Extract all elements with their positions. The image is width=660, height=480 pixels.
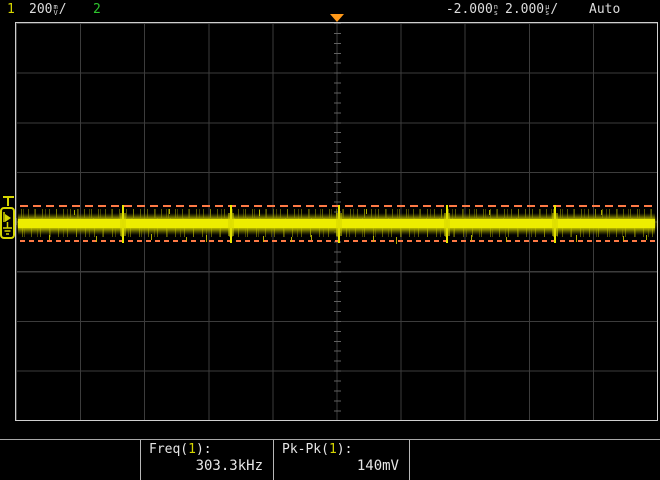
channel1-number: 1: [7, 2, 15, 18]
waveform-noise-hair: [96, 236, 97, 242]
waveform-noise-hair: [151, 234, 152, 240]
waveform-noise-hair: [489, 210, 490, 215]
waveform-noise-hair: [366, 209, 367, 214]
waveform-noise-hair: [396, 237, 397, 244]
waveform-noise-hair: [291, 237, 292, 242]
trigger-position-marker-icon: [330, 14, 344, 22]
waveform-noise-hair: [623, 236, 624, 241]
measurement-freq-label: Freq(1):: [149, 442, 212, 457]
oscilloscope-screen: 1 200mV/ 2 -2.000ns 2.000µs/ Auto: [0, 0, 660, 480]
measurement-pkpk: Pk-Pk(1): 140mV: [274, 440, 409, 480]
waveform-noise-hair: [576, 235, 577, 242]
waveform-noise-hair: [601, 210, 602, 215]
waveform-noise-hair: [186, 237, 187, 241]
waveform-noise-hair: [311, 235, 312, 240]
waveform-spike: [122, 205, 124, 243]
waveform-noise-hair: [259, 210, 260, 216]
channel1-trace: [16, 23, 657, 420]
measurement-freq: Freq(1): 303.3kHz: [141, 440, 273, 480]
waveform-noise-hair: [74, 210, 75, 215]
measurement-pkpk-value: 140mV: [357, 458, 399, 474]
measurement-freq-value: 303.3kHz: [196, 458, 263, 474]
waveform-noise-hair: [49, 235, 50, 240]
waveform-noise-hair: [471, 235, 472, 241]
waveform-noise-hair: [646, 235, 647, 240]
waveform-noise-hair: [169, 209, 170, 214]
trigger-mode-label: Auto: [589, 2, 620, 18]
trigger-level-marker-icon: [3, 196, 14, 206]
trigger-delay-readout: -2.000ns: [417, 2, 499, 18]
waveform-spike: [230, 205, 232, 243]
waveform-noise-hair: [263, 236, 264, 242]
measurement-separator: [409, 440, 410, 480]
waveform-spike: [554, 205, 556, 243]
waveform-spike: [446, 205, 448, 243]
channel1-scale: 200mV/: [29, 2, 67, 18]
measurement-bar: Freq(1): 303.3kHz Pk-Pk(1): 140mV: [0, 439, 660, 480]
waveform-noise-hair: [373, 236, 374, 242]
channel1-ground-marker-icon: [0, 207, 15, 243]
graticule: [15, 22, 658, 421]
channel2-number: 2: [93, 2, 101, 18]
timebase-readout: 2.000µs/: [505, 2, 558, 18]
waveform-noise-hair: [206, 235, 207, 242]
waveform-spike: [338, 205, 340, 243]
measurement-pkpk-label: Pk-Pk(1):: [282, 442, 352, 457]
nanosecond-unit: ns: [493, 4, 499, 18]
waveform-noise-hair: [506, 237, 507, 242]
